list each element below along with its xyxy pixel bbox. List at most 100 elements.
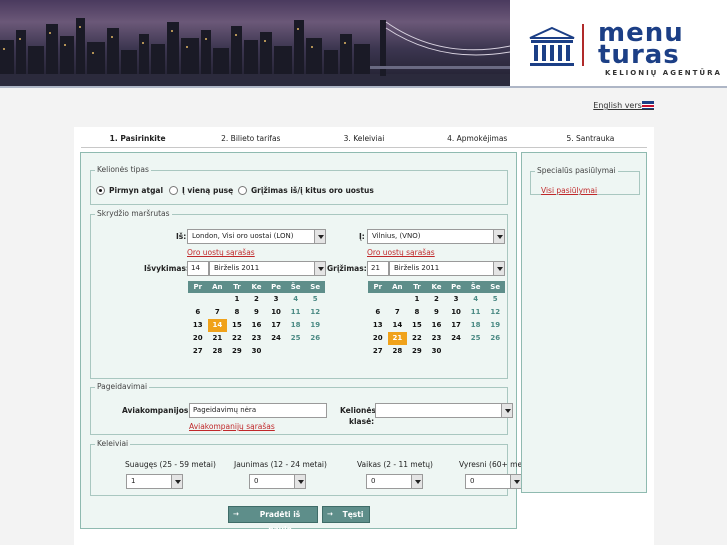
brand-logo[interactable]: menu turas KELIONIŲ AGENTŪRA xyxy=(522,18,727,84)
calendar-day[interactable]: 4 xyxy=(466,293,486,306)
calendar-day[interactable]: 10 xyxy=(266,306,286,319)
city-skyline-image xyxy=(0,0,510,88)
continue-button[interactable]: → Tęsti xyxy=(322,506,370,523)
calendar-day[interactable]: 27 xyxy=(368,345,388,358)
calendar-empty-cell xyxy=(208,293,228,306)
calendar-day[interactable]: 16 xyxy=(427,319,447,332)
calendar-day[interactable]: 11 xyxy=(466,306,486,319)
calendar-day[interactable]: 25 xyxy=(466,332,486,345)
adult-count-select[interactable]: 1 xyxy=(126,474,183,489)
calendar-day[interactable]: 18 xyxy=(286,319,306,332)
calendar-day[interactable]: 3 xyxy=(446,293,466,306)
calendar-day[interactable]: 16 xyxy=(247,319,267,332)
calendar-day[interactable]: 17 xyxy=(266,319,286,332)
calendar-day[interactable]: 22 xyxy=(227,332,247,345)
trip-type-round[interactable]: Pirmyn atgal xyxy=(96,186,163,195)
calendar-day[interactable]: 30 xyxy=(427,345,447,358)
class-select[interactable] xyxy=(375,403,513,418)
chevron-down-icon xyxy=(411,475,422,488)
depart-day-input[interactable]: 14 xyxy=(187,261,209,276)
radio-open-jaw[interactable] xyxy=(238,186,247,195)
calendar-day[interactable]: 30 xyxy=(247,345,267,358)
calendar-day[interactable]: 7 xyxy=(208,306,228,319)
all-offers-link[interactable]: Visi pasiūlymai xyxy=(541,186,597,195)
airline-input[interactable]: Pageidavimų nėra xyxy=(189,403,327,418)
calendar-day[interactable]: 11 xyxy=(286,306,306,319)
youth-count-select[interactable]: 0 xyxy=(249,474,306,489)
calendar-day[interactable]: 12 xyxy=(485,306,505,319)
calendar-day[interactable]: 26 xyxy=(305,332,325,345)
weekday-header-cell: Še xyxy=(470,283,481,291)
trip-type-oneway[interactable]: Į vieną pusę xyxy=(169,186,233,195)
calendar-day[interactable]: 13 xyxy=(368,319,388,332)
calendar-day[interactable]: 4 xyxy=(286,293,306,306)
weekday-header-cell: Pr xyxy=(193,283,203,291)
calendar-day[interactable]: 2 xyxy=(247,293,267,306)
depart-month-value: Birželis 2011 xyxy=(214,264,260,272)
weekday-header-cell: An xyxy=(392,283,403,291)
chevron-down-icon xyxy=(314,230,325,243)
return-day-input[interactable]: 21 xyxy=(367,261,389,276)
calendar-day[interactable]: 15 xyxy=(407,319,427,332)
calendar-day-selected[interactable]: 14 xyxy=(207,319,228,332)
calendar-day[interactable]: 10 xyxy=(446,306,466,319)
to-airports-link[interactable]: Oro uostų sąrašas xyxy=(367,248,435,257)
calendar-day[interactable]: 24 xyxy=(266,332,286,345)
calendar-day[interactable]: 1 xyxy=(227,293,247,306)
to-select[interactable]: Vilnius, (VNO) xyxy=(367,229,505,244)
calendar-day[interactable]: 25 xyxy=(286,332,306,345)
youth-label: Jaunimas (12 - 24 metai) xyxy=(234,460,327,469)
senior-count-select[interactable]: 0 xyxy=(465,474,522,489)
calendar-day[interactable]: 6 xyxy=(188,306,208,319)
calendar-day[interactable]: 14 xyxy=(388,319,408,332)
depart-month-select[interactable]: Birželis 2011 xyxy=(209,261,326,276)
calendar-day[interactable]: 26 xyxy=(485,332,505,345)
calendar-day[interactable]: 29 xyxy=(407,345,427,358)
airline-list-link[interactable]: Aviakompanijų sąrašas xyxy=(189,422,275,431)
calendar-day[interactable]: 7 xyxy=(388,306,408,319)
senior-label: Vyresni (60+ metai) xyxy=(459,460,521,469)
calendar-day[interactable]: 8 xyxy=(227,306,247,319)
calendar-day[interactable]: 23 xyxy=(427,332,447,345)
weekday-header-cell: Ke xyxy=(431,283,442,291)
calendar-day[interactable]: 28 xyxy=(208,345,228,358)
calendar-day[interactable]: 13 xyxy=(188,319,208,332)
calendar-day[interactable]: 20 xyxy=(188,332,208,345)
uk-flag-icon[interactable] xyxy=(642,101,654,109)
calendar-day[interactable]: 28 xyxy=(388,345,408,358)
calendar-day[interactable]: 21 xyxy=(208,332,228,345)
calendar-empty-cell xyxy=(388,293,408,306)
radio-round-trip[interactable] xyxy=(96,186,105,195)
from-select[interactable]: London, Visi oro uostai (LON) xyxy=(187,229,326,244)
calendar-day[interactable]: 19 xyxy=(485,319,505,332)
trip-type-open-jaw[interactable]: Grįžimas iš/į kitus oro uostus xyxy=(238,186,374,195)
calendar-day[interactable]: 18 xyxy=(466,319,486,332)
calendar-day[interactable]: 9 xyxy=(247,306,267,319)
calendar-day[interactable]: 3 xyxy=(266,293,286,306)
reset-button[interactable]: → Pradėti iš naujo xyxy=(228,506,318,534)
child-count-select[interactable]: 0 xyxy=(366,474,423,489)
arrow-right-icon: → xyxy=(233,510,239,518)
calendar-day-selected[interactable]: 21 xyxy=(387,332,408,345)
calendar-day[interactable]: 24 xyxy=(446,332,466,345)
calendar-day[interactable]: 6 xyxy=(368,306,388,319)
adult-label: Suaugęs (25 - 59 metai) xyxy=(125,460,216,469)
calendar-day[interactable]: 2 xyxy=(427,293,447,306)
calendar-day[interactable]: 27 xyxy=(188,345,208,358)
calendar-day[interactable]: 15 xyxy=(227,319,247,332)
calendar-day[interactable]: 1 xyxy=(407,293,427,306)
calendar-day[interactable]: 9 xyxy=(427,306,447,319)
calendar-day[interactable]: 12 xyxy=(305,306,325,319)
radio-one-way[interactable] xyxy=(169,186,178,195)
calendar-day[interactable]: 23 xyxy=(247,332,267,345)
calendar-day[interactable]: 22 xyxy=(407,332,427,345)
calendar-day[interactable]: 5 xyxy=(485,293,505,306)
calendar-day[interactable]: 8 xyxy=(407,306,427,319)
calendar-day[interactable]: 17 xyxy=(446,319,466,332)
from-airports-link[interactable]: Oro uostų sąrašas xyxy=(187,248,255,257)
calendar-day[interactable]: 20 xyxy=(368,332,388,345)
calendar-day[interactable]: 5 xyxy=(305,293,325,306)
calendar-day[interactable]: 29 xyxy=(227,345,247,358)
calendar-day[interactable]: 19 xyxy=(305,319,325,332)
return-month-select[interactable]: Birželis 2011 xyxy=(389,261,505,276)
